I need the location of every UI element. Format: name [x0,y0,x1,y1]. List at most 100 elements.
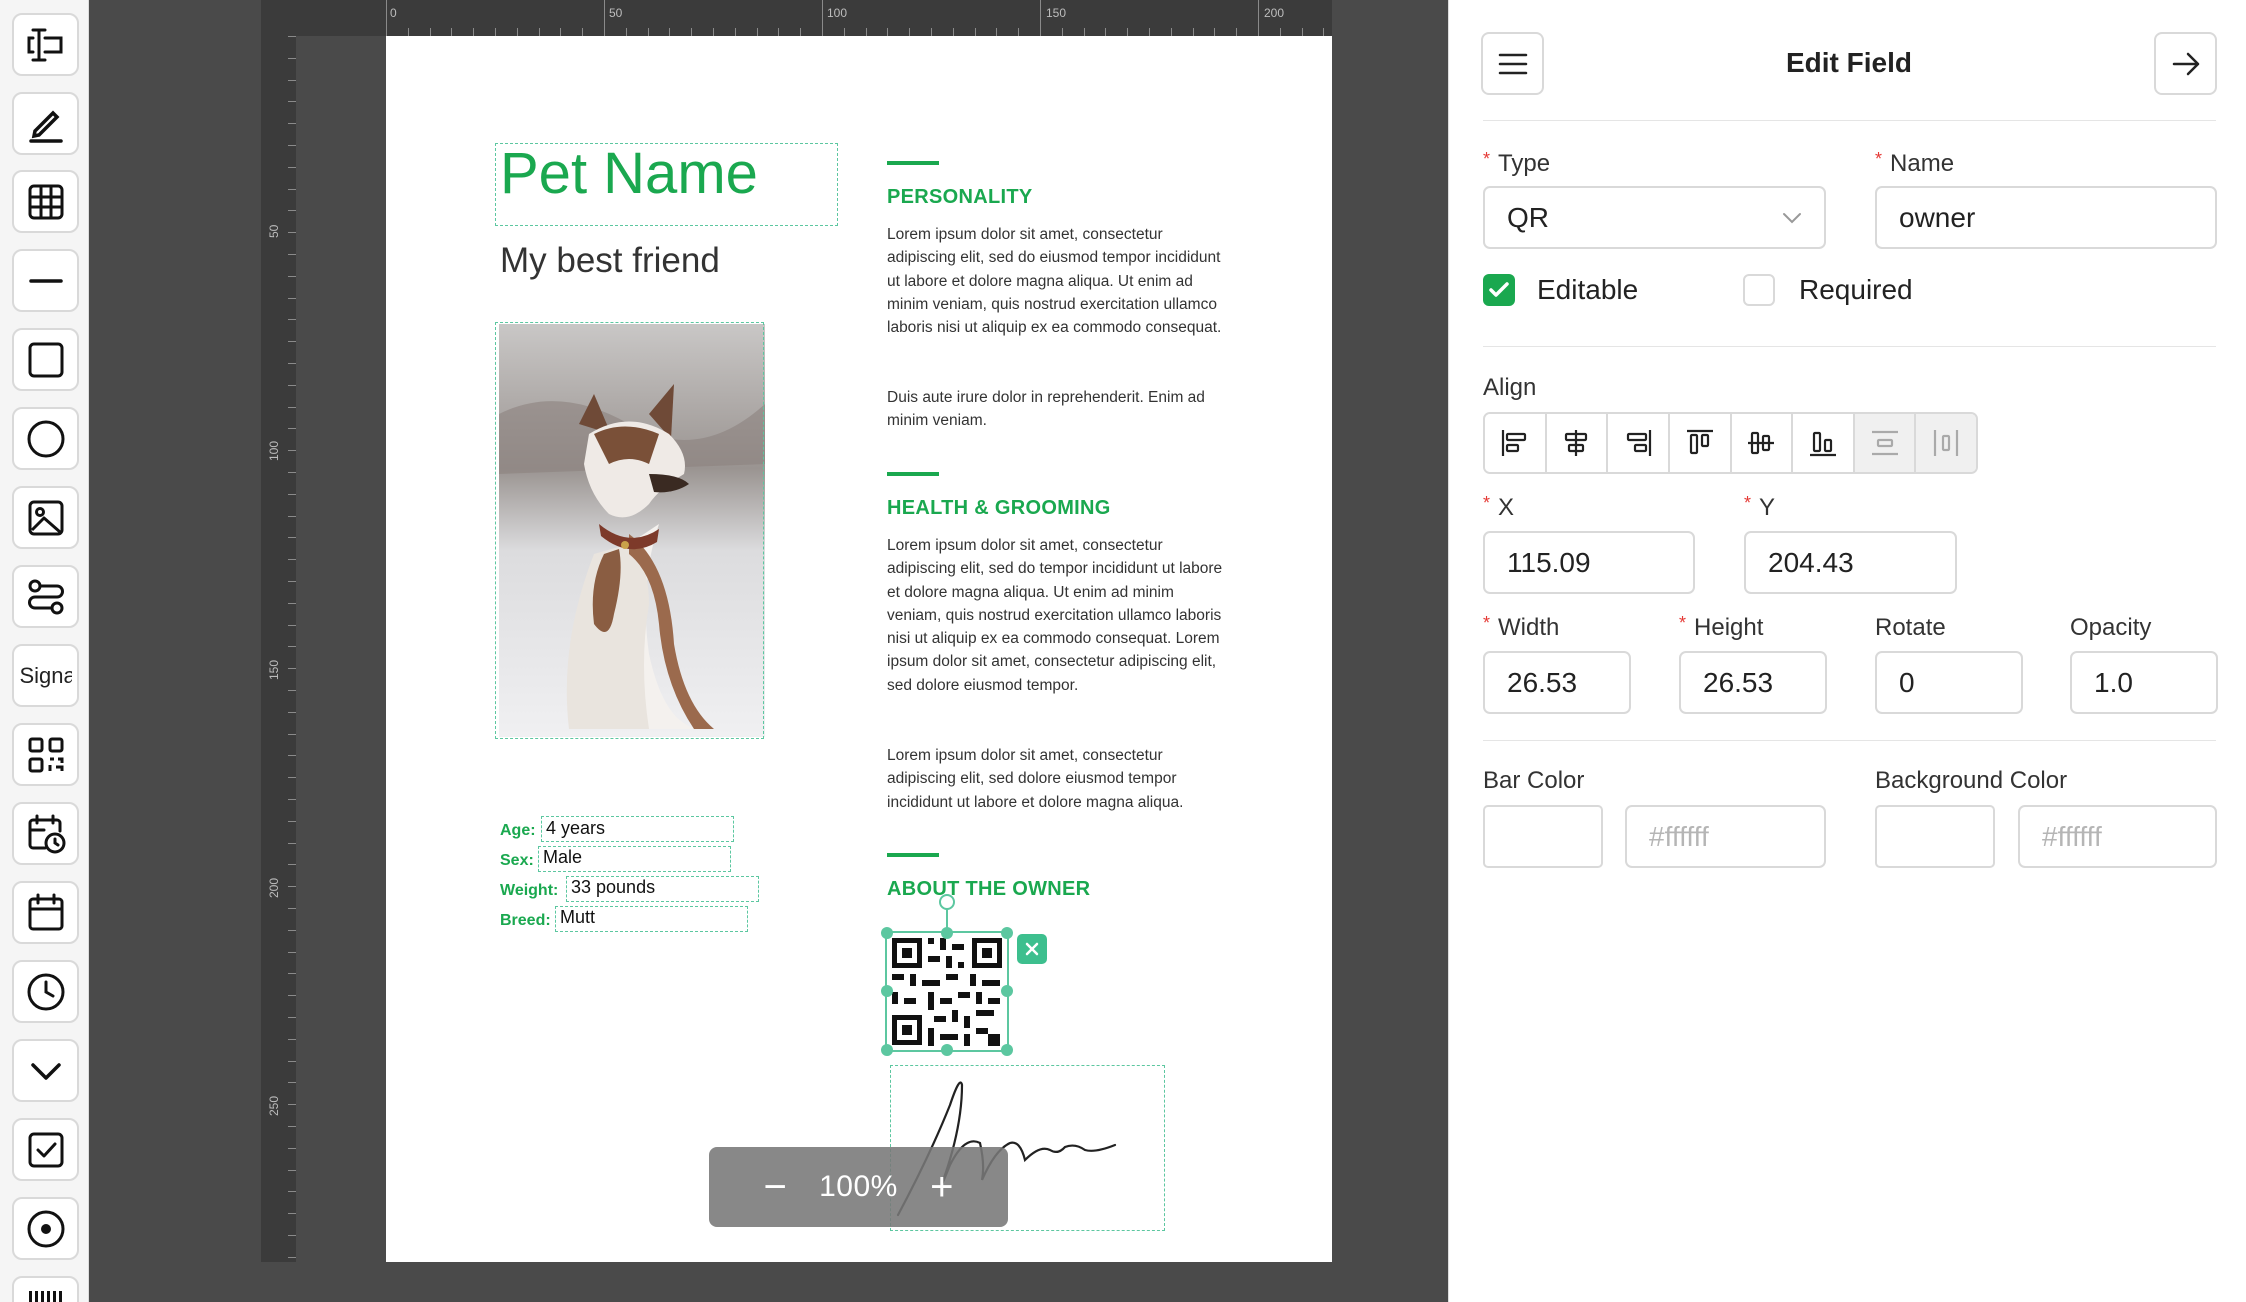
calendar-clock-icon [28,814,65,853]
ruler-tick [1214,28,1216,36]
align-bottom-icon [1809,431,1836,457]
bar-color-swatch[interactable] [1483,805,1603,868]
resize-handle-bottom[interactable] [941,1044,953,1056]
distribute-vertical-button[interactable] [1854,414,1917,472]
ruler-label: 200 [267,877,281,898]
select-tool-button[interactable] [12,1039,79,1102]
height-input[interactable]: 26.53 [1679,651,1827,714]
radio-tool-button[interactable] [12,1197,79,1260]
editable-checkbox[interactable] [1483,274,1515,306]
rotate-label: Rotate [1875,614,1946,641]
align-bottom-button[interactable] [1793,414,1855,472]
ruler-label: 150 [1046,6,1067,20]
text-field-tool-button[interactable] [12,13,79,76]
width-input[interactable]: 26.53 [1483,651,1631,714]
distribute-horizontal-button[interactable] [1916,414,1976,472]
align-center-vertical-button[interactable] [1731,414,1794,472]
required-label: Required [1799,274,1913,305]
background-color-swatch[interactable] [1875,805,1995,868]
ruler-tick [429,28,431,36]
resize-handle-top-right[interactable] [1001,927,1013,939]
date-time-tool-button[interactable] [12,802,79,865]
type-select-value: QR [1507,201,1549,233]
align-center-horizontal-button[interactable] [1546,414,1609,472]
resize-handle-right[interactable] [1001,985,1013,997]
ruler-tick [288,842,296,844]
ruler-tick [288,472,296,473]
image-tool-button[interactable] [12,486,79,549]
template-page[interactable]: Pet Name My best friend Age: 4 years Sex… [386,36,1332,1262]
ruler-tick [288,406,296,408]
breed-value: Mutt [560,907,596,927]
calendar-icon [28,893,63,930]
align-right-button[interactable] [1608,414,1670,472]
date-tool-button[interactable] [12,881,79,944]
age-value: 4 years [546,818,606,838]
required-checkbox[interactable] [1743,274,1775,306]
ruler-tick [288,145,296,146]
pen-icon [28,110,63,143]
ruler-tick [288,384,296,386]
ruler-tick [288,995,296,997]
clock-icon [27,973,64,1010]
resize-handle-left[interactable] [881,985,893,997]
ruler-tick [288,363,296,364]
ruler-tick [1040,0,1041,36]
resize-handle-top-left[interactable] [881,927,893,939]
delete-field-button[interactable] [1017,934,1047,964]
checkbox-icon [28,1132,63,1167]
opacity-input[interactable]: 1.0 [2070,651,2218,714]
y-input[interactable]: 204.43 [1744,531,1957,594]
hamburger-menu-icon [1498,53,1527,74]
circle-tool-button[interactable] [12,407,79,470]
type-label: * Type [1483,149,1551,177]
zoom-in-button[interactable]: + [922,1165,962,1210]
resize-handle-bottom-right[interactable] [1001,1044,1013,1056]
zoom-out-button[interactable]: − [755,1165,795,1210]
background-color-input[interactable]: #ffffff [2018,805,2217,868]
pen-tool-button[interactable] [12,92,79,155]
ruler-tick [756,28,758,36]
background-color-label: Background Color [1875,767,2068,794]
ruler-label: 100 [267,440,281,461]
dog-image-field[interactable] [495,322,764,739]
align-top-button[interactable] [1669,414,1732,472]
signature-tool-button[interactable]: Signa [12,644,79,707]
section-divider [887,853,939,857]
ruler-tick [288,624,296,626]
qr-field-selected[interactable] [885,931,1009,1052]
table-tool-button[interactable] [12,170,79,233]
menu-button[interactable] [1481,32,1544,95]
ruler-tick [288,1126,296,1127]
rotate-handle[interactable] [939,894,955,910]
ruler-tick [288,1038,296,1040]
type-select[interactable]: QR [1483,186,1826,249]
collapse-panel-button[interactable] [2154,32,2217,95]
ruler-tick [516,28,518,36]
checkbox-tool-button[interactable] [12,1118,79,1181]
arrow-right-icon [2172,52,2199,75]
rectangle-tool-button[interactable] [12,328,79,391]
name-input[interactable]: owner [1875,186,2217,249]
ruler-tick [288,254,296,255]
align-left-button[interactable] [1485,414,1547,472]
ruler-tick [288,929,296,931]
x-input[interactable]: 115.09 [1483,531,1695,594]
bar-color-input[interactable]: #ffffff [1625,805,1826,868]
ruler-tick [288,275,296,277]
qr-tool-button[interactable] [12,723,79,786]
resize-handle-top[interactable] [941,927,953,939]
rotate-input[interactable]: 0 [1875,651,2023,714]
ruler-tick [288,1169,296,1171]
ruler-label: 100 [827,6,848,20]
align-top-icon [1686,429,1713,455]
weight-value: 33 pounds [571,877,656,897]
x-label: * X [1483,493,1515,521]
time-tool-button[interactable] [12,960,79,1023]
path-tool-button[interactable] [12,565,79,628]
resize-handle-bottom-left[interactable] [881,1044,893,1056]
ruler-tick [451,28,453,36]
line-tool-button[interactable] [12,249,79,312]
barcode-tool-button[interactable] [12,1276,79,1302]
designer-canvas[interactable]: 0 50 100 150 200 50 100 150 200 250 Pet … [90,0,1447,1302]
